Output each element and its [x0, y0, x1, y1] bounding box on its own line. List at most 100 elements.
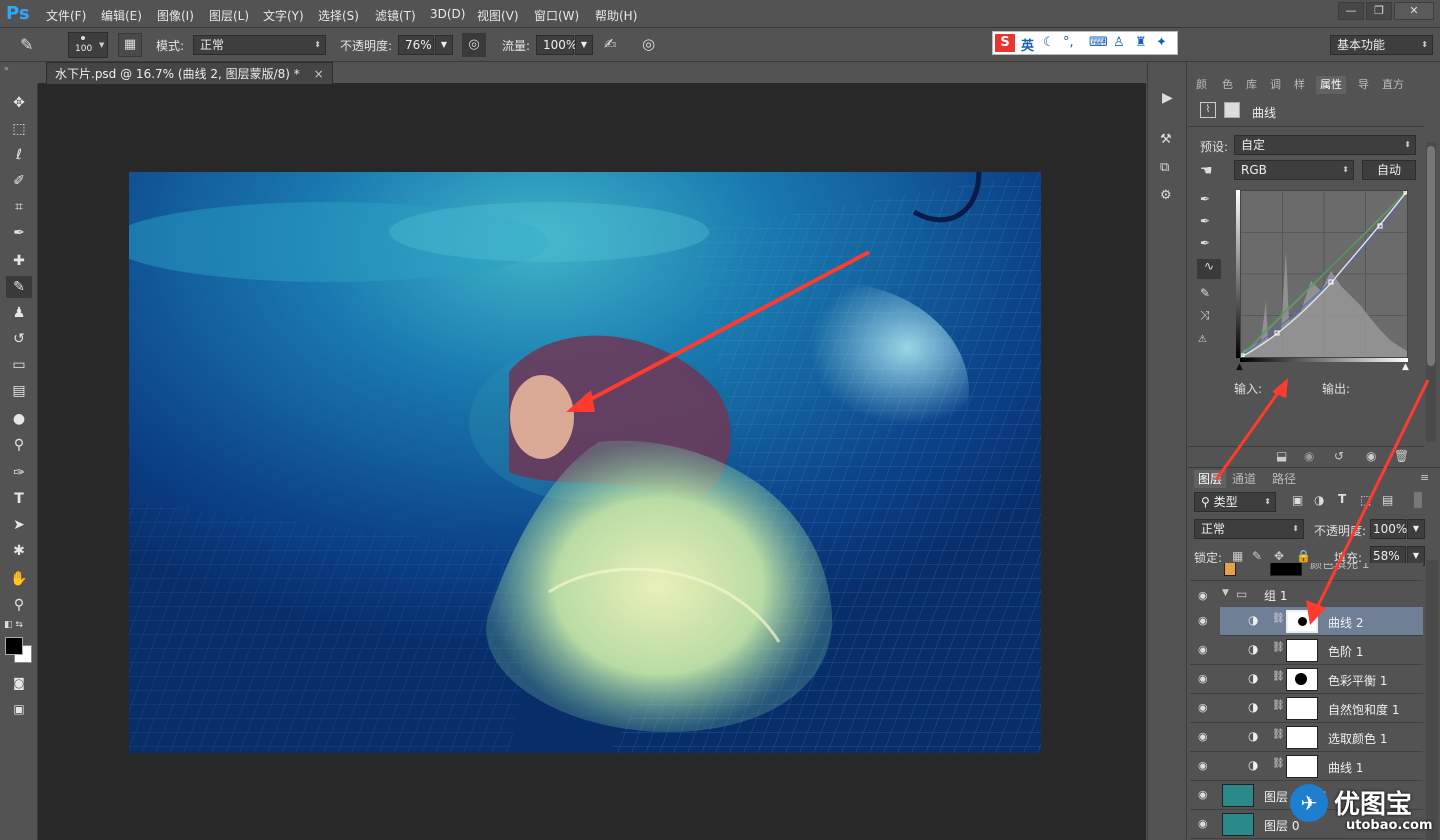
- menu-window[interactable]: 窗口(W): [534, 7, 579, 24]
- brush-panel-toggle-icon[interactable]: ▦: [118, 33, 142, 57]
- canvas-area[interactable]: [38, 84, 1146, 840]
- layer-row[interactable]: ◉ ◑ ⛓ 色彩平衡 1: [1190, 665, 1423, 694]
- pressure-opacity-icon[interactable]: ◎: [462, 33, 486, 57]
- ime-toolbar[interactable]: S 英 ☾ °, ⌨ ♙ ♜ ✦: [992, 31, 1178, 55]
- tab-adjust[interactable]: 调: [1270, 76, 1281, 94]
- link-icon[interactable]: ⛓: [1272, 758, 1285, 769]
- toolbox-collapse-icon[interactable]: »: [0, 64, 38, 82]
- visibility-icon[interactable]: ◉: [1198, 702, 1212, 714]
- black-point-eyedropper-icon[interactable]: ✒: [1200, 192, 1210, 206]
- healing-tool-icon[interactable]: ✚: [6, 250, 32, 272]
- clipping-warning-icon[interactable]: ⚠: [1198, 334, 1207, 345]
- link-icon[interactable]: ⛓: [1272, 642, 1285, 653]
- menu-edit[interactable]: 编辑(E): [101, 7, 142, 24]
- flow-dropdown-icon[interactable]: ▼: [575, 35, 593, 55]
- blur-tool-icon[interactable]: ●: [6, 408, 32, 430]
- crop-tool-icon[interactable]: ⌗: [6, 196, 32, 218]
- default-colors-icon[interactable]: ◧ ⇆: [4, 620, 23, 630]
- menu-help[interactable]: 帮助(H): [595, 7, 637, 24]
- ime-mode-label[interactable]: 英: [1021, 35, 1034, 54]
- history-brush-tool-icon[interactable]: ↺: [6, 328, 32, 350]
- smooth-curve-icon[interactable]: ⤨: [1200, 308, 1210, 323]
- layer-mask-thumbnail[interactable]: [1286, 726, 1318, 749]
- document-tab[interactable]: 水下片.psd @ 16.7% (曲线 2, 图层蒙版/8) * ×: [46, 62, 333, 84]
- channel-select[interactable]: RGB ⬍: [1234, 160, 1354, 180]
- mask-icon[interactable]: [1224, 102, 1240, 118]
- link-icon[interactable]: ⛓: [1272, 729, 1285, 740]
- menu-select[interactable]: 选择(S): [318, 7, 359, 24]
- marquee-tool-icon[interactable]: ⬚: [6, 118, 32, 140]
- curves-graph[interactable]: [1240, 190, 1408, 358]
- brush-presets-icon[interactable]: ⚒: [1160, 132, 1172, 147]
- visibility-icon[interactable]: ◉: [1198, 789, 1212, 801]
- menu-image[interactable]: 图像(I): [157, 7, 194, 24]
- moon-icon[interactable]: ☾: [1043, 35, 1055, 50]
- menu-filter[interactable]: 滤镜(T): [375, 7, 416, 24]
- keyboard-icon[interactable]: ⌨: [1089, 35, 1108, 50]
- airbrush-icon[interactable]: ✍: [604, 35, 617, 53]
- brush-tool-icon[interactable]: ✎: [20, 35, 33, 54]
- visibility-icon[interactable]: ◉: [1198, 644, 1212, 656]
- type-tool-icon[interactable]: T: [6, 488, 32, 510]
- layer-row[interactable]: ◉ ◑ ⛓ 自然饱和度 1: [1190, 694, 1423, 723]
- pencil-curve-icon[interactable]: ✎: [1200, 286, 1210, 300]
- foreground-color-swatch[interactable]: [5, 637, 23, 655]
- workspace-select[interactable]: 基本功能 ⬍: [1330, 35, 1433, 55]
- menu-3d[interactable]: 3D(D): [430, 7, 465, 21]
- layer-row[interactable]: ◉ ◑ ⛓ 色阶 1: [1190, 636, 1423, 665]
- tab-color[interactable]: 色: [1222, 76, 1233, 94]
- tab-styles[interactable]: 样: [1294, 76, 1305, 94]
- move-tool-icon[interactable]: ✥: [6, 92, 32, 114]
- shape-tool-icon[interactable]: ✱: [6, 540, 32, 562]
- opacity-input[interactable]: 76%: [398, 35, 434, 55]
- path-select-tool-icon[interactable]: ➤: [6, 514, 32, 536]
- flow-input[interactable]: 100%: [536, 35, 577, 55]
- menu-type[interactable]: 文字(Y): [263, 7, 304, 24]
- stamp-tool-icon[interactable]: ♟: [6, 302, 32, 324]
- layer-row[interactable]: ◉ ◑ ⛓ 选取颜色 1: [1190, 723, 1423, 752]
- eyedropper-tool-icon[interactable]: ✒: [6, 222, 32, 244]
- menu-layer[interactable]: 图层(L): [209, 7, 249, 24]
- layer-row[interactable]: ◉ ◑ ⛓ 曲线 1: [1190, 752, 1423, 781]
- restore-button[interactable]: ❐: [1366, 2, 1392, 20]
- menu-file[interactable]: 文件(F): [46, 7, 86, 24]
- pressure-size-icon[interactable]: ◎: [642, 35, 655, 53]
- close-tab-icon[interactable]: ×: [314, 67, 324, 81]
- visibility-icon[interactable]: ◉: [1198, 673, 1212, 685]
- tab-histogram[interactable]: 直方: [1382, 76, 1404, 94]
- link-icon[interactable]: ⛓: [1272, 671, 1285, 682]
- play-icon[interactable]: ▶: [1162, 90, 1173, 106]
- tab-navigator[interactable]: 导: [1358, 76, 1369, 94]
- layer-mask-thumbnail[interactable]: [1286, 639, 1318, 662]
- white-point-eyedropper-icon[interactable]: ✒: [1200, 236, 1210, 250]
- layer-mask-thumbnail[interactable]: [1286, 755, 1318, 778]
- layer-mask-thumbnail[interactable]: [1286, 668, 1318, 691]
- close-button[interactable]: ✕: [1394, 2, 1434, 20]
- menu-view[interactable]: 视图(V): [477, 7, 519, 24]
- mode-select[interactable]: 正常 ⬍: [193, 35, 326, 55]
- layer-mask-thumbnail[interactable]: [1286, 697, 1318, 720]
- screen-mode-icon[interactable]: ▣: [6, 698, 32, 720]
- eraser-tool-icon[interactable]: ▭: [6, 354, 32, 376]
- minimize-button[interactable]: —: [1338, 2, 1364, 20]
- brush-preset-picker[interactable]: 100 ▼: [68, 32, 108, 58]
- targeted-adjust-icon[interactable]: ☚: [1200, 163, 1213, 179]
- visibility-icon[interactable]: ◉: [1198, 760, 1212, 772]
- opacity-dropdown-icon[interactable]: ▼: [435, 35, 453, 55]
- zoom-tool-icon[interactable]: ⚲: [6, 594, 32, 616]
- visibility-icon[interactable]: ◉: [1198, 818, 1212, 830]
- user-icon[interactable]: ♙: [1113, 35, 1125, 50]
- quick-select-tool-icon[interactable]: ✐: [6, 170, 32, 192]
- tab-properties[interactable]: 属性: [1316, 76, 1346, 94]
- dodge-tool-icon[interactable]: ⚲: [6, 434, 32, 456]
- quick-mask-icon[interactable]: ◙: [6, 672, 32, 694]
- shirt-icon[interactable]: ♜: [1135, 35, 1147, 50]
- scrollbar-thumb[interactable]: [1427, 146, 1435, 366]
- gradient-tool-icon[interactable]: ▤: [6, 380, 32, 402]
- curve-point-tool-icon[interactable]: ∿: [1197, 259, 1221, 279]
- wrench-icon[interactable]: ✦: [1156, 35, 1167, 50]
- preset-select[interactable]: 自定 ⬍: [1234, 135, 1416, 155]
- link-icon[interactable]: ⛓: [1272, 700, 1285, 711]
- visibility-icon[interactable]: ◉: [1198, 731, 1212, 743]
- gray-point-eyedropper-icon[interactable]: ✒: [1200, 214, 1210, 228]
